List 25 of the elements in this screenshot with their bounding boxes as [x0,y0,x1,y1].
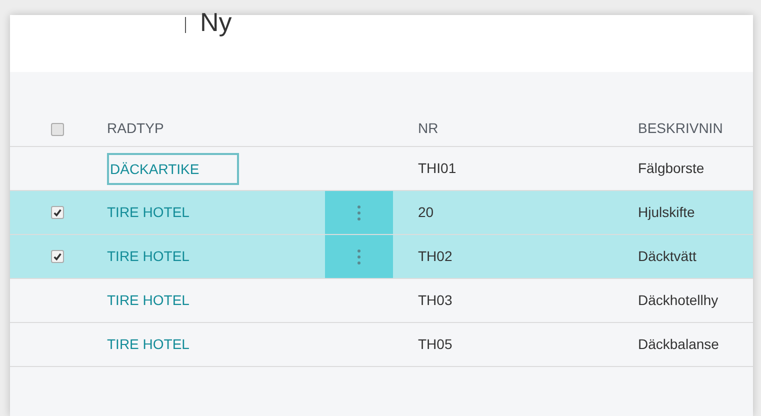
table-cell: TH05 [418,336,452,352]
table-cell: 20 [418,204,434,220]
table-row[interactable]: TIRE HOTEL TH03 Däckhotellhy [10,279,753,323]
table-row[interactable]: TIRE HOTEL TH05 Däckbalanse [10,323,753,367]
row-type-link[interactable]: TIRE HOTEL [107,292,190,308]
table-cell: Hjulskifte [638,204,695,220]
select-all-checkbox[interactable] [51,122,64,136]
table-cell: Däckhotellhy [638,292,718,308]
table-cell: Fälgborste [638,160,704,176]
table-cell: TH02 [418,248,452,264]
table-cell: THI01 [418,160,456,176]
table-cell: Däcktvätt [638,248,696,264]
row-checkbox[interactable] [51,250,64,263]
column-header[interactable]: BESKRIVNIN [638,120,723,136]
row-type-input[interactable]: DÄCKARTIKE [107,152,239,184]
row-checkbox[interactable] [51,206,64,219]
column-header[interactable]: RADTYP [107,120,164,136]
table-cell: Däckbalanse [638,336,719,352]
row-type-link[interactable]: TIRE HOTEL [107,336,190,352]
table-cell: TH03 [418,292,452,308]
table-row[interactable]: TIRE HOTEL TH02 Däcktvätt [10,235,753,279]
table-row[interactable]: TIRE HOTEL 20 Hjulskifte [10,191,753,235]
more-options-icon [357,204,361,220]
more-options-icon [357,248,361,264]
column-header[interactable]: NR [418,120,438,136]
